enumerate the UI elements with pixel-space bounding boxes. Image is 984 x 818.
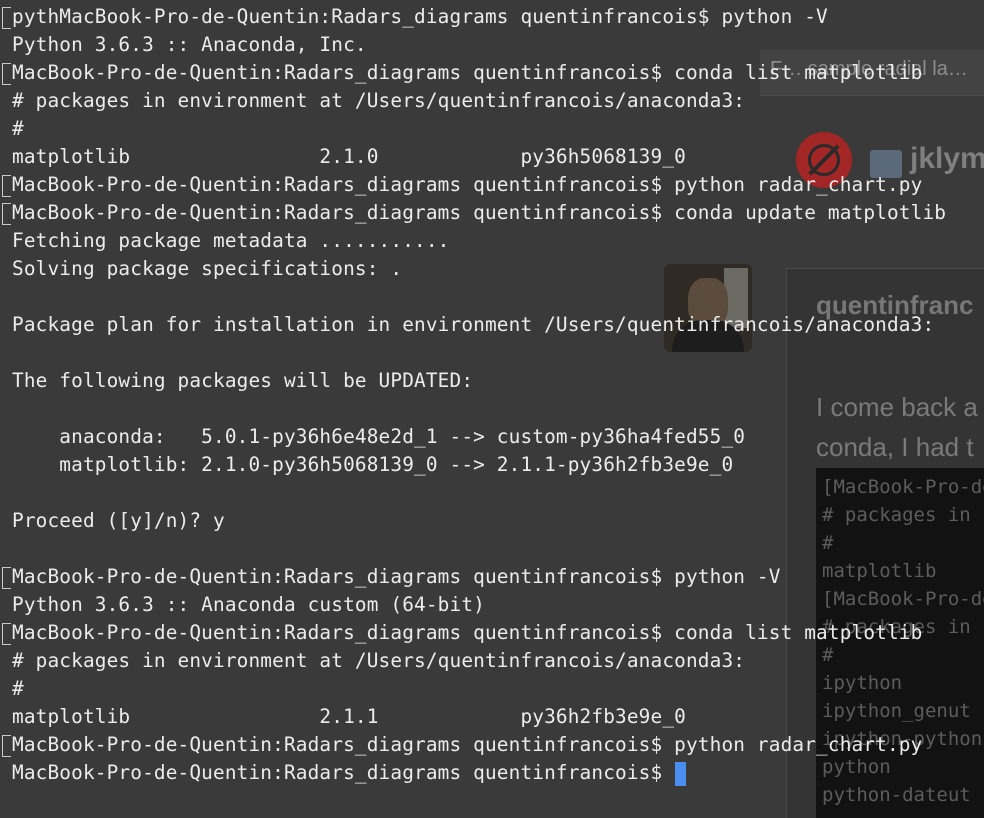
- terminal-line: MacBook-Pro-de-Quentin:Radars_diagrams q…: [12, 733, 923, 756]
- terminal-window[interactable]: pythMacBook-Pro-de-Quentin:Radars_diagra…: [0, 0, 984, 818]
- terminal-line: Package plan for installation in environ…: [12, 313, 935, 336]
- command-mark: [2, 203, 11, 225]
- terminal-line: MacBook-Pro-de-Quentin:Radars_diagrams q…: [12, 621, 923, 644]
- terminal-line: #: [12, 677, 24, 700]
- terminal-line: MacBook-Pro-de-Quentin:Radars_diagrams q…: [12, 201, 947, 224]
- command-mark: [2, 175, 11, 197]
- command-mark: [2, 623, 11, 645]
- terminal-line: MacBook-Pro-de-Quentin:Radars_diagrams q…: [12, 173, 923, 196]
- text-cursor: [675, 761, 687, 786]
- terminal-line: #: [12, 117, 24, 140]
- terminal-line: MacBook-Pro-de-Quentin:Radars_diagrams q…: [12, 565, 781, 588]
- terminal-line: Python 3.6.3 :: Anaconda, Inc.: [12, 33, 367, 56]
- terminal-line: # packages in environment at /Users/quen…: [12, 649, 746, 672]
- terminal-line: anaconda: 5.0.1-py36h6e48e2d_1 --> custo…: [12, 425, 746, 448]
- terminal-line: # packages in environment at /Users/quen…: [12, 89, 746, 112]
- terminal-line: matplotlib 2.1.1 py36h2fb3e9e_0: [12, 705, 686, 728]
- terminal-line: matplotlib 2.1.0 py36h5068139_0: [12, 145, 686, 168]
- terminal-line: pythMacBook-Pro-de-Quentin:Radars_diagra…: [12, 5, 828, 28]
- terminal-prompt-line[interactable]: MacBook-Pro-de-Quentin:Radars_diagrams q…: [12, 759, 946, 787]
- terminal-line: matplotlib: 2.1.0-py36h5068139_0 --> 2.1…: [12, 453, 734, 476]
- terminal-line: Fetching package metadata ...........: [12, 229, 450, 252]
- terminal-output: pythMacBook-Pro-de-Quentin:Radars_diagra…: [12, 3, 946, 787]
- terminal-line: The following packages will be UPDATED:: [12, 369, 474, 392]
- terminal-line: MacBook-Pro-de-Quentin:Radars_diagrams q…: [12, 61, 923, 84]
- command-mark: [2, 63, 11, 85]
- command-mark: [2, 567, 11, 589]
- terminal-line: Solving package specifications: .: [12, 257, 403, 280]
- terminal-prompt: MacBook-Pro-de-Quentin:Radars_diagrams q…: [12, 761, 675, 784]
- terminal-line: Proceed ([y]/n)? y: [12, 509, 225, 532]
- command-mark: [2, 7, 11, 29]
- terminal-line: Python 3.6.3 :: Anaconda custom (64-bit): [12, 593, 485, 616]
- command-mark: [2, 735, 11, 757]
